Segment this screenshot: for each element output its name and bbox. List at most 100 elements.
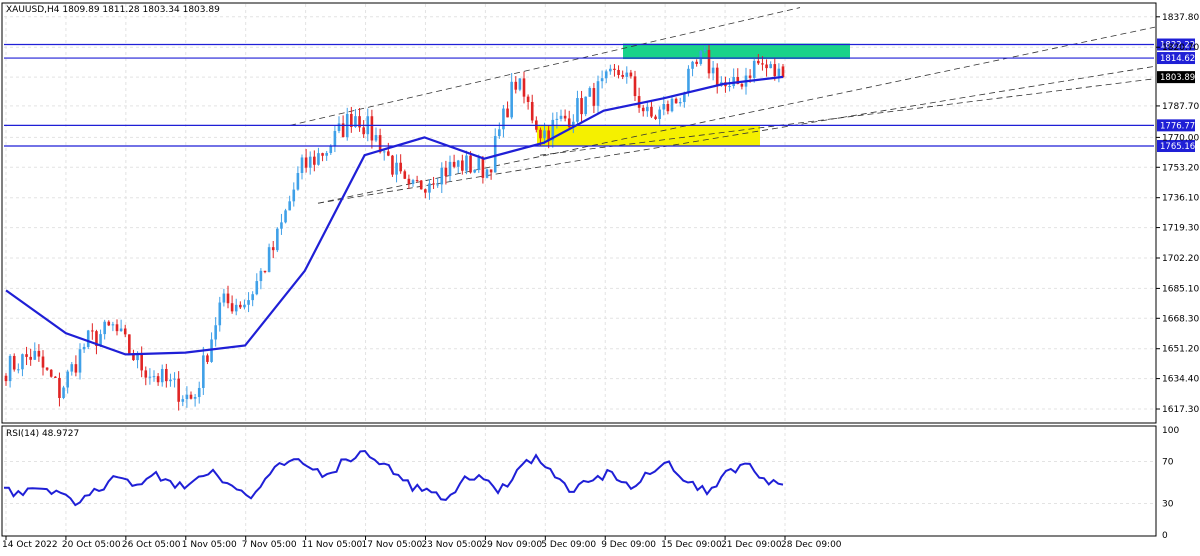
grid-layer [4,4,1154,535]
candle-body [156,376,160,383]
candle-body [78,349,82,373]
candle-body [489,169,493,173]
candle-body [230,303,234,312]
candle-body [633,76,637,97]
candle-body [773,64,777,77]
time-label: 23 Nov 05:00 [421,540,482,550]
candle-body [604,71,608,79]
candle-body [703,49,707,52]
candle-body [596,81,600,106]
candle-body [510,81,513,118]
candle-body [321,153,324,156]
chart-canvas[interactable]: 1822.221814.621776.771765.16 XAUUSD,H4 1… [0,0,1200,551]
candle-body [325,152,328,156]
candle-body [391,155,394,175]
candle-body [728,86,731,88]
candle-body [25,354,28,357]
candle-body [765,64,768,69]
candle-body [617,69,620,75]
candle-body [576,98,579,122]
candle-body [222,293,226,303]
rsi-title: RSI(14) 48.9727 [6,429,79,439]
time-label: 28 Dec 09:00 [781,540,842,550]
candle-body [4,375,8,382]
candle-body [296,172,300,190]
candle-body [74,364,78,373]
candle-body [33,350,37,360]
candle-body [592,88,596,106]
time-label: 11 Nov 05:00 [302,540,363,550]
price-label: 1634.40 [1162,375,1199,385]
candle-body [202,355,205,388]
candle-body [267,247,271,273]
channel-lower-extension [539,78,1156,156]
candle-body [752,60,756,78]
candle-body [173,378,176,380]
candle-body [646,106,649,112]
channel-lower-line [317,65,1156,204]
price-label: 1837.80 [1162,13,1199,23]
price-label: 1770.00 [1162,133,1199,143]
candle-body [588,88,592,97]
candle-body [70,364,74,372]
candle-body [411,180,415,184]
rsi-axis: 100 70 30 0 [1162,426,1179,541]
candle-body [62,387,65,398]
candle-body [403,171,407,179]
candle-body [654,116,657,119]
candle-body [49,369,53,377]
candle-body [210,339,213,362]
candle-body [206,355,209,362]
time-axis[interactable]: 14 Oct 2022 20 Oct 05:00 26 Oct 05:00 1 Nov… [2,536,842,550]
candle-body [45,367,49,370]
price-level-tag-text: 1814.62 [1160,54,1195,64]
candle-body [740,83,744,87]
candle-body [695,61,698,64]
price-axis[interactable]: 1837.80 1820.70 1803.89 1787.70 1770.00 1753.… [1156,13,1199,415]
chart-window[interactable]: 1822.22 1814.62 1776.77 1765.16 XAUUSD,H4 1… [0,0,1200,551]
candle-body [313,156,316,165]
candle-body [415,180,419,182]
candle-body [711,67,715,74]
main-chart-frame [1,2,1157,424]
candle-body [629,72,633,77]
candle-body [522,78,526,97]
candle-body [662,103,666,110]
candle-body [625,72,629,77]
candle-body [333,130,337,147]
candle-body [41,356,45,368]
candle-body [715,67,719,86]
price-label: 1685.10 [1162,284,1199,294]
candle-body [666,103,670,112]
candle-body [621,74,624,77]
candle-body [732,77,735,87]
candle-body [37,350,41,357]
zone-layer [537,43,850,147]
candle-body [280,222,283,229]
candle-body [165,368,168,382]
candle-body [678,102,682,104]
candle-body [477,157,481,170]
candle-body [687,68,690,93]
candle-body [66,371,69,388]
candle-body [543,130,546,139]
trend-channel[interactable] [289,7,1156,204]
candle-body [424,189,427,193]
candle-body [362,127,365,135]
candle-body [670,98,674,112]
candle-body [86,330,90,347]
candle-body [169,379,172,382]
candle-body [177,378,180,402]
price-level-tag-text: 1776.77 [1160,121,1195,131]
candle-body [440,167,444,185]
candle-body [407,178,411,184]
time-label: 7 Nov 05:00 [242,540,297,550]
candle-body [444,167,448,176]
candle-body [152,376,156,378]
candle-body [288,201,291,211]
candle-body [769,64,772,69]
candle-body [506,108,509,118]
candle-body [374,135,378,141]
candle-body [469,155,472,173]
rsi-line [3,449,784,507]
